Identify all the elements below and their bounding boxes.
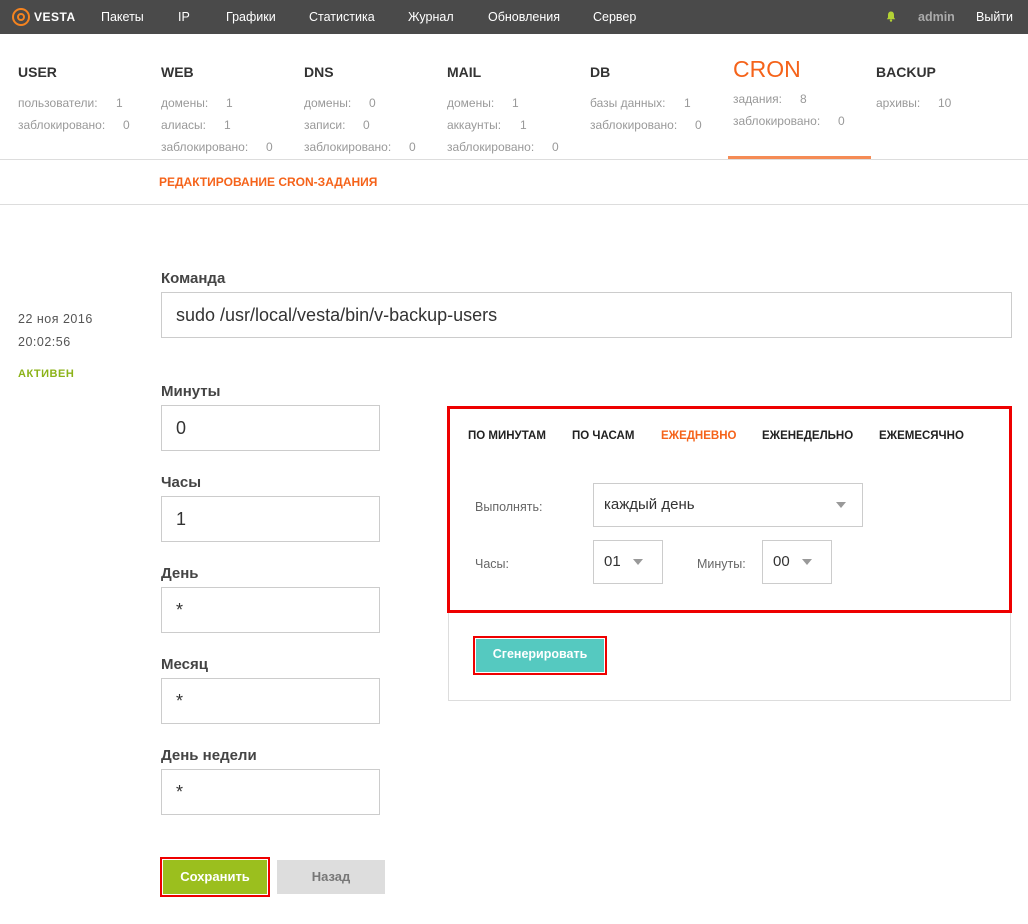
tab-title: BACKUP — [876, 64, 936, 80]
tab-stat: заблокировано: 0 — [18, 118, 130, 132]
tab-web[interactable]: WEB домены: 1 алиасы: 1 заблокировано: 0 — [161, 64, 304, 158]
month-input[interactable] — [161, 678, 380, 724]
nav-item-ip[interactable]: IP — [178, 10, 190, 24]
chevron-down-icon — [633, 559, 643, 565]
tab-backup[interactable]: BACKUP архивы: 10 — [876, 64, 1019, 114]
tab-stat: заблокировано: 0 — [590, 118, 702, 132]
logo-text: VESTA — [34, 10, 76, 24]
tab-title: DB — [590, 64, 611, 80]
tab-title: DNS — [304, 64, 334, 80]
divider — [0, 204, 1028, 205]
command-label: Команда — [161, 270, 226, 287]
minutes-label: Минуты — [161, 383, 221, 400]
tab-cron[interactable]: CRON задания: 8 заблокировано: 0 — [733, 56, 876, 132]
run-select[interactable]: каждый день — [593, 483, 863, 527]
bell-icon[interactable] — [886, 11, 896, 22]
tab-stat: аккаунты: 1 — [447, 118, 527, 132]
tab-stat: заблокировано: 0 — [304, 140, 416, 154]
gen-tab-hourly[interactable]: ПО ЧАСАМ — [572, 430, 634, 442]
gen-hours-value: 01 — [604, 553, 621, 570]
chevron-down-icon — [836, 502, 846, 508]
tab-stat: заблокировано: 0 — [733, 114, 845, 128]
minutes-input[interactable] — [161, 405, 380, 451]
gen-tab-minutes[interactable]: ПО МИНУТАМ — [468, 430, 546, 442]
hours-label: Часы — [161, 474, 202, 491]
tab-mail[interactable]: MAIL домены: 1 аккаунты: 1 заблокировано: 0 — [447, 64, 590, 158]
status-badge: АКТИВЕН — [18, 368, 75, 380]
gen-minutes-select[interactable]: 00 — [762, 540, 832, 584]
run-label: Выполнять: — [475, 500, 543, 514]
tab-title: USER — [18, 64, 57, 80]
gen-minutes-label: Минуты: — [697, 557, 746, 571]
job-time: 20:02:56 — [18, 335, 71, 349]
month-label: Месяц — [161, 656, 208, 673]
tab-stat: задания: 8 — [733, 92, 807, 106]
weekday-label: День недели — [161, 747, 257, 764]
run-select-value: каждый день — [604, 496, 695, 513]
tab-stat: заблокировано: 0 — [161, 140, 273, 154]
tab-user[interactable]: USER пользователи: 1 заблокировано: 0 — [18, 64, 161, 136]
tab-stat: заблокировано: 0 — [447, 140, 559, 154]
tab-stat: архивы: 10 — [876, 96, 952, 110]
tab-stat: домены: 1 — [161, 96, 233, 110]
hours-input[interactable] — [161, 496, 380, 542]
divider — [0, 159, 1028, 160]
tab-title: CRON — [733, 56, 801, 82]
vesta-logo[interactable]: VESTA — [12, 8, 76, 26]
tab-title: MAIL — [447, 64, 482, 80]
day-label: День — [161, 565, 199, 582]
nav-item-updates[interactable]: Обновления — [488, 10, 560, 24]
gen-tab-weekly[interactable]: ЕЖЕНЕДЕЛЬНО — [762, 430, 853, 442]
nav-logout[interactable]: Выйти — [976, 10, 1013, 24]
gen-hours-select[interactable]: 01 — [593, 540, 663, 584]
nav-item-log[interactable]: Журнал — [408, 10, 454, 24]
back-button[interactable]: Назад — [277, 860, 385, 894]
gen-minutes-value: 00 — [773, 553, 790, 570]
tab-db[interactable]: DB базы данных: 1 заблокировано: 0 — [590, 64, 733, 136]
tab-stat: алиасы: 1 — [161, 118, 231, 132]
tab-stat: домены: 0 — [304, 96, 376, 110]
chevron-down-icon — [802, 559, 812, 565]
generate-button[interactable]: Сгенерировать — [476, 639, 604, 672]
page-title: РЕДАКТИРОВАНИЕ CRON-ЗАДАНИЯ — [159, 175, 378, 189]
nav-item-statistics[interactable]: Статистика — [309, 10, 375, 24]
tab-stat: пользователи: 1 — [18, 96, 123, 110]
vesta-logo-icon — [12, 8, 30, 26]
command-input[interactable] — [161, 292, 1012, 338]
gen-hours-label: Часы: — [475, 557, 509, 571]
tab-stat: базы данных: 1 — [590, 96, 691, 110]
top-nav: VESTA Пакеты IP Графики Статистика Журна… — [0, 0, 1028, 34]
day-input[interactable] — [161, 587, 380, 633]
gen-tab-daily[interactable]: ЕЖЕДНЕВНО — [661, 430, 736, 442]
job-date: 22 ноя 2016 — [18, 312, 93, 326]
nav-item-server[interactable]: Сервер — [593, 10, 636, 24]
tab-dns[interactable]: DNS домены: 0 записи: 0 заблокировано: 0 — [304, 64, 447, 158]
tab-stat: домены: 1 — [447, 96, 519, 110]
nav-user-admin[interactable]: admin — [918, 10, 955, 24]
gen-tab-monthly[interactable]: ЕЖЕМЕСЯЧНО — [879, 430, 964, 442]
nav-item-graphs[interactable]: Графики — [226, 10, 276, 24]
save-button[interactable]: Сохранить — [163, 860, 267, 894]
tab-title: WEB — [161, 64, 194, 80]
nav-item-packages[interactable]: Пакеты — [101, 10, 144, 24]
tab-stat: записи: 0 — [304, 118, 370, 132]
weekday-input[interactable] — [161, 769, 380, 815]
